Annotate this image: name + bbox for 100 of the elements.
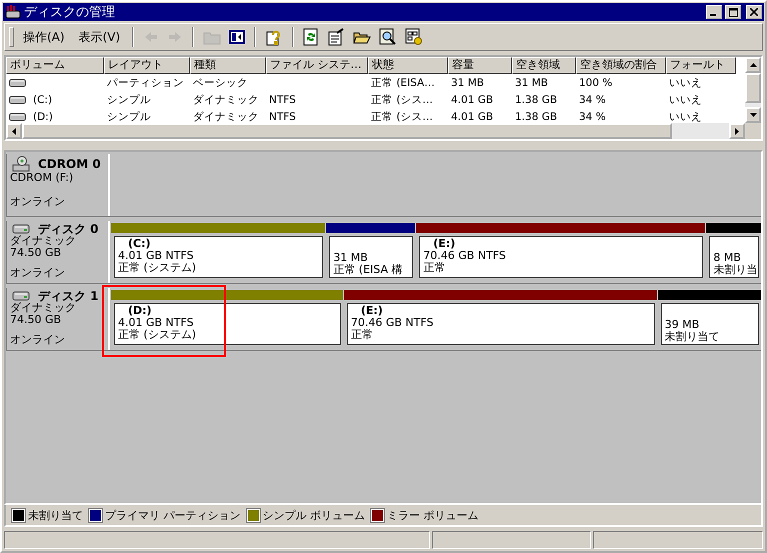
window-title: ディスクの管理 — [24, 4, 116, 21]
table-cell: 100 % — [579, 76, 612, 88]
partition-box[interactable]: 8 MB 未割り当 — [709, 236, 759, 278]
table-cell: 正常 (シス… — [371, 110, 433, 123]
close-button[interactable] — [746, 5, 762, 19]
triangle-right-icon — [732, 126, 742, 136]
column-header[interactable]: ファイル システ… — [266, 57, 368, 74]
maximize-icon — [728, 8, 738, 16]
partition-status: 未割り当 — [713, 264, 755, 276]
cd-drive-icon — [12, 156, 30, 172]
disk-info: ダイナミック — [10, 302, 76, 314]
partition-size: 31 MB — [333, 252, 369, 264]
disk-info: 74.50 GB — [10, 247, 62, 259]
partition-size: 4.01 GB NTFS — [118, 317, 195, 329]
partition-box[interactable]: 39 MB 未割り当て — [660, 303, 759, 345]
partition-size: 70.46 GB NTFS — [350, 317, 434, 329]
table-cell: シンプル — [107, 110, 151, 123]
table-cell: (D:) — [33, 110, 53, 122]
scroll-thumb[interactable] — [745, 73, 761, 103]
minimize-button[interactable] — [706, 5, 722, 19]
table-cell: ダイナミック — [193, 92, 259, 106]
table-cell: ベーシック — [193, 76, 248, 90]
column-header[interactable]: フォールト — [666, 57, 736, 74]
menu-item[interactable]: 表示(V) — [74, 26, 126, 48]
table-cell: いいえ — [669, 92, 702, 106]
column-header[interactable]: 空き領域の割合 — [576, 57, 666, 74]
partition-status: 正常 (システム) — [118, 329, 198, 341]
table-cell: 34 % — [579, 110, 606, 122]
drive-icon — [9, 112, 27, 122]
table-cell: 31 MB — [515, 76, 548, 88]
scroll-up-button[interactable] — [745, 57, 761, 73]
refresh-icon[interactable] — [303, 28, 320, 46]
partition-status: 正常 — [350, 329, 374, 341]
disk-status: オンライン — [10, 196, 66, 208]
partition-box[interactable]: (D:) 4.01 GB NTFS 正常 (システム) — [114, 303, 341, 345]
drive-icon — [9, 94, 27, 104]
table-cell: 1.38 GB — [515, 110, 558, 122]
partition-box[interactable]: (C:) 4.01 GB NTFS 正常 (システム) — [114, 236, 324, 278]
triangle-down-icon — [748, 110, 758, 120]
partition-label: (C:) — [127, 238, 152, 250]
disk-info: ダイナミック — [10, 235, 76, 247]
table-cell: 31 MB — [451, 76, 484, 88]
column-header[interactable]: 容量 — [448, 57, 512, 74]
legend-label: 未割り当て — [28, 508, 83, 522]
disk-status: オンライン — [10, 334, 66, 346]
triangle-up-icon — [748, 60, 758, 70]
scrollbar-corner — [745, 123, 761, 139]
scroll-left-button[interactable] — [6, 123, 22, 139]
disk-name: ディスク 0 — [38, 223, 99, 235]
triangle-left-icon — [10, 126, 18, 136]
partition-box[interactable]: (E:) 70.46 GB NTFS 正常 — [419, 236, 704, 278]
settings-icon[interactable] — [405, 28, 424, 46]
properties-icon[interactable] — [327, 28, 346, 46]
table-cell: 1.38 GB — [515, 94, 558, 106]
partition-box[interactable]: 31 MB 正常 (EISA 構 — [329, 236, 414, 278]
drive-icon — [9, 78, 27, 88]
column-header[interactable]: ボリューム — [6, 57, 104, 74]
scroll-right-button[interactable] — [729, 123, 745, 139]
column-header[interactable]: 状態 — [368, 57, 448, 74]
partition-size: 70.46 GB NTFS — [423, 250, 507, 262]
partition-status: 正常 (EISA 構 — [333, 264, 404, 276]
close-icon — [750, 8, 758, 16]
partition-size: 39 MB — [664, 319, 700, 331]
disk-status: オンライン — [10, 267, 66, 279]
partition-label: (E:) — [360, 305, 384, 317]
disk-management-icon — [5, 4, 21, 20]
table-cell: 4.01 GB — [451, 110, 494, 122]
search-icon[interactable] — [379, 28, 398, 46]
table-cell: 正常 (EISA… — [371, 76, 435, 90]
table-cell: いいえ — [669, 76, 702, 90]
table-cell: NTFS — [269, 110, 296, 122]
partition-box[interactable]: (E:) 70.46 GB NTFS 正常 — [346, 303, 655, 345]
column-header[interactable]: レイアウト — [104, 57, 190, 74]
pane-toggle-icon[interactable] — [229, 29, 246, 45]
partition-status: 正常 (システム) — [118, 262, 198, 274]
partition-size: 8 MB — [713, 252, 742, 264]
table-cell: ダイナミック — [193, 110, 259, 123]
maximize-button[interactable] — [725, 5, 741, 19]
table-cell: (C:) — [33, 94, 52, 106]
disk-info: 74.50 GB — [10, 314, 62, 326]
disk-info: CDROM (F:) — [10, 172, 74, 184]
menu-item[interactable]: 操作(A) — [18, 26, 70, 48]
legend-label: シンプル ボリューム — [262, 508, 365, 522]
partition-status: 未割り当て — [664, 331, 721, 343]
table-cell: NTFS — [269, 94, 296, 106]
legend-label: ミラー ボリューム — [387, 508, 478, 522]
table-cell: パーティション — [107, 76, 184, 90]
partition-size: 4.01 GB NTFS — [118, 250, 195, 262]
table-cell: シンプル — [107, 92, 151, 106]
partition-label: (D:) — [127, 305, 153, 317]
partition-status: 正常 — [423, 262, 446, 274]
column-header[interactable]: 空き領域 — [512, 57, 576, 74]
table-cell: 34 % — [579, 94, 606, 106]
scroll-down-button[interactable] — [745, 107, 761, 123]
table-cell: 4.01 GB — [451, 94, 494, 106]
legend-label: プライマリ パーティション — [105, 508, 240, 522]
disk-name: ディスク 1 — [38, 290, 99, 302]
vertical-scrollbar[interactable] — [745, 57, 761, 123]
disk-name: CDROM 0 — [38, 158, 101, 170]
column-header[interactable]: 種類 — [190, 57, 266, 74]
